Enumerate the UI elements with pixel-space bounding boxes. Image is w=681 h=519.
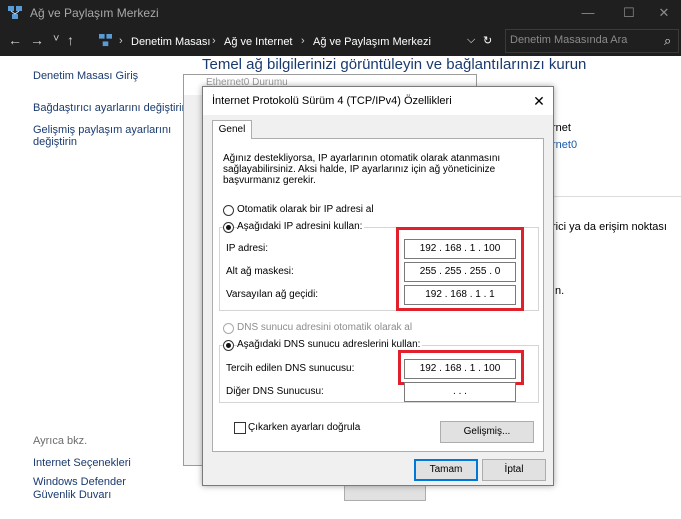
router-text: rici ya da erişim noktası (552, 221, 667, 233)
breadcrumb-network-internet[interactable]: Ağ ve Internet (224, 36, 293, 48)
refresh-icon[interactable]: ↻ (483, 34, 492, 47)
maximize-button[interactable]: ☐ (612, 0, 646, 26)
see-also-firewall[interactable]: Windows Defender Güvenlik Duvarı (33, 476, 168, 502)
dialog-close-icon[interactable]: ✕ (529, 91, 549, 111)
window-title: Ağ ve Paylaşım Merkezi (30, 6, 159, 20)
network-center-icon (8, 6, 22, 19)
dialog-title-bar: İnternet Protokolü Sürüm 4 (TCP/IPv4) Öz… (203, 87, 553, 115)
close-window-button[interactable]: ✕ (647, 0, 681, 26)
network-label: rnet (552, 122, 571, 134)
back-arrow-icon[interactable]: ← (8, 32, 22, 48)
dns-auto-radio[interactable] (223, 323, 234, 334)
divider (552, 196, 681, 197)
breadcrumb-separator: › (119, 35, 123, 47)
preferred-dns-label: Tercih edilen DNS sunucusu: (226, 363, 355, 374)
advanced-button[interactable]: Gelişmiş... (440, 421, 534, 443)
sidebar-home-link[interactable]: Denetim Masası Giriş (33, 70, 138, 82)
control-panel-icon (99, 34, 112, 47)
ip-manual-radio[interactable] (223, 222, 234, 233)
address-dropdown-icon[interactable]: ⌵ (467, 34, 475, 47)
ip-auto-label: Otomatik olarak bir IP adresi al (237, 204, 374, 215)
sidebar-item-adapter-settings[interactable]: Bağdaştırıcı ayarlarını değiştirin (33, 102, 188, 114)
dns-auto-label: DNS sunucu adresini otomatik olarak al (237, 322, 413, 333)
see-also-internet-options[interactable]: Internet Seçenekleri (33, 457, 131, 469)
subnet-mask-label: Alt ağ maskesi: (226, 266, 294, 277)
validate-checkbox[interactable] (234, 422, 246, 434)
breadcrumb-separator: › (301, 35, 305, 47)
search-icon[interactable]: ⌕ (664, 33, 671, 49)
forward-arrow-icon[interactable]: → (30, 32, 44, 48)
page-title: Temel ağ bilgilerinizi görüntüleyin ve b… (202, 56, 587, 73)
breadcrumb[interactable]: › Denetim Masası › Ağ ve Internet › Ağ v… (97, 29, 497, 53)
ip-fields-highlight (396, 227, 524, 311)
see-also-heading: Ayrıca bkz. (33, 435, 88, 447)
tab-genel[interactable]: Genel (212, 120, 252, 139)
description-text: Ağınız destekliyorsa, IP ayarlarının oto… (223, 153, 501, 186)
ip-auto-radio[interactable] (223, 205, 234, 216)
ethernet-link[interactable]: rnet0 (552, 139, 577, 151)
ipv4-properties-dialog: İnternet Protokolü Sürüm 4 (TCP/IPv4) Öz… (202, 86, 554, 486)
search-input[interactable] (510, 32, 650, 48)
ip-address-label: IP adresi: (226, 243, 269, 254)
minimize-button[interactable]: — (571, 0, 605, 26)
ok-button[interactable]: Tamam (414, 459, 478, 481)
dns-field-highlight (398, 350, 524, 385)
up-arrow-icon[interactable]: ↑ (67, 32, 74, 48)
sidebar-item-advanced-sharing[interactable]: Gelişmiş paylaşım ayarlarını değiştirin (33, 124, 178, 148)
dns-manual-radio[interactable] (223, 340, 234, 351)
validate-label: Çıkarken ayarları doğrula (248, 422, 361, 433)
title-bar: Ağ ve Paylaşım Merkezi — ☐ ✕ (0, 0, 681, 26)
ip-manual-label: Aşağıdaki IP adresini kullan: (237, 221, 365, 232)
address-bar: ← → ˅ ↑ › Denetim Masası › Ağ ve Interne… (0, 26, 681, 56)
recent-locations-icon[interactable]: ˅ (53, 33, 59, 45)
breadcrumb-separator: › (212, 35, 216, 47)
breadcrumb-control-panel[interactable]: Denetim Masası (131, 36, 210, 48)
gateway-label: Varsayılan ağ geçidi: (226, 289, 319, 300)
alternate-dns-field[interactable]: . . . (404, 382, 516, 402)
cancel-button[interactable]: İptal (482, 459, 546, 481)
dns-manual-label: Aşağıdaki DNS sunucu adreslerini kullan: (237, 339, 423, 350)
alternate-dns-label: Diğer DNS Sunucusu: (226, 386, 324, 397)
tab-panel-genel: Ağınız destekliyorsa, IP ayarlarının oto… (212, 138, 544, 452)
dialog-title: İnternet Protokolü Sürüm 4 (TCP/IPv4) Öz… (212, 95, 452, 107)
search-box[interactable]: ⌕ (505, 29, 679, 53)
breadcrumb-network-sharing[interactable]: Ağ ve Paylaşım Merkezi (313, 36, 431, 48)
